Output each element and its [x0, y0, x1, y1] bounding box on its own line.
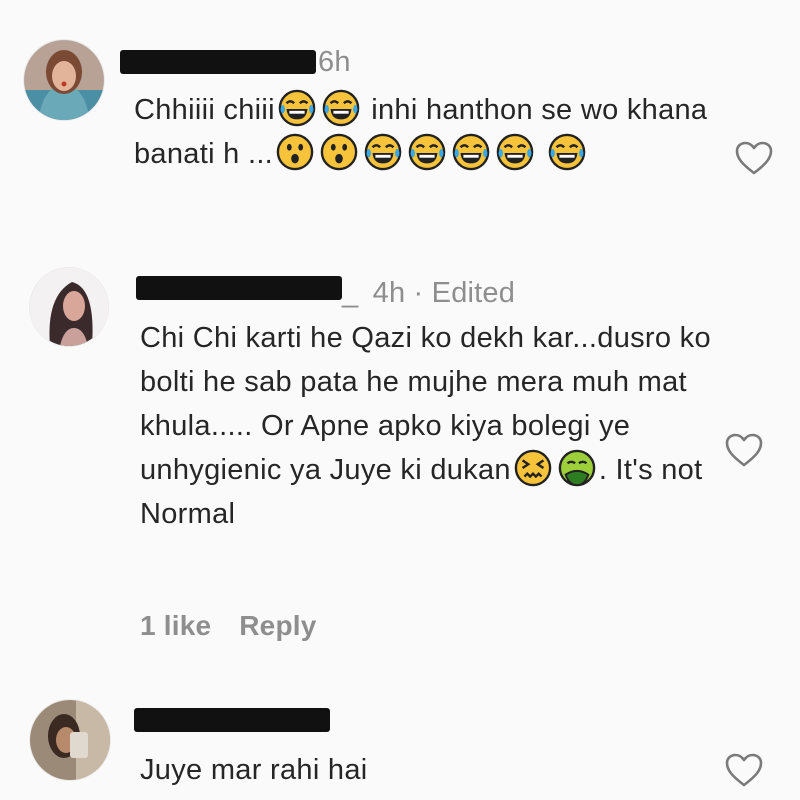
- comment-text: Chhiiii chiii inhi hanthon se wo khana b…: [134, 88, 724, 176]
- comment-text: Juye mar rahi hai: [140, 754, 368, 786]
- like-heart-icon[interactable]: [734, 140, 774, 176]
- face-with-tears-of-joy-icon: [496, 133, 534, 171]
- redacted-username: [134, 708, 330, 732]
- avatar[interactable]: [30, 268, 108, 346]
- nauseated-face-icon: [558, 449, 596, 487]
- comment-1: 6h Chhiiii chiii inhi hanthon se wo khan…: [0, 0, 800, 240]
- comment-2: _ 4h · Edited Chi Chi karti he Qazi ko d…: [0, 240, 800, 660]
- face-with-tears-of-joy-icon: [408, 133, 446, 171]
- like-heart-icon[interactable]: [724, 432, 764, 468]
- avatar[interactable]: [24, 40, 104, 120]
- confounded-face-icon: [514, 449, 552, 487]
- comment-text: Chi Chi karti he Qazi ko dekh kar...dusr…: [140, 322, 711, 530]
- comment-3: Juye mar rahi hai: [0, 690, 800, 800]
- reply-button[interactable]: Reply: [239, 610, 316, 641]
- face-with-tears-of-joy-icon: [278, 89, 316, 127]
- avatar[interactable]: [30, 700, 110, 780]
- like-count[interactable]: 1 like: [140, 610, 211, 641]
- like-heart-icon[interactable]: [724, 752, 764, 788]
- redacted-username: [120, 50, 316, 74]
- astonished-face-icon: [276, 133, 314, 171]
- face-with-tears-of-joy-icon: [364, 133, 402, 171]
- comment-meta: 6h: [318, 46, 351, 79]
- comment-time: 4h: [372, 277, 406, 309]
- face-with-tears-of-joy-icon: [452, 133, 490, 171]
- edited-label: · Edited: [413, 277, 516, 309]
- redacted-username: [136, 276, 342, 300]
- comment-time: 6h: [318, 46, 351, 78]
- comment-actions: 1 like Reply: [140, 610, 345, 642]
- face-with-tears-of-joy-icon: [548, 133, 586, 171]
- astonished-face-icon: [320, 133, 358, 171]
- comment-meta: _ 4h · Edited: [342, 277, 516, 309]
- face-with-tears-of-joy-icon: [322, 89, 360, 127]
